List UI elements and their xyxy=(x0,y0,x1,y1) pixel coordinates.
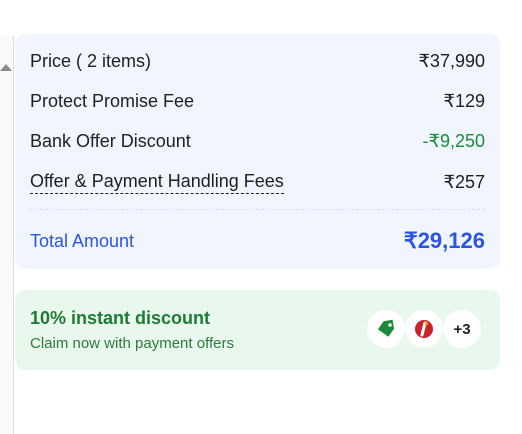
handling-fees-label[interactable]: Offer & Payment Handling Fees xyxy=(30,171,284,194)
price-row: Price ( 2 items) ₹37,990 xyxy=(30,51,485,72)
protect-fee-value: ₹129 xyxy=(443,91,485,111)
total-value: ₹29,126 xyxy=(403,228,485,253)
bank-offer-row: Bank Offer Discount -₹9,250 xyxy=(30,131,485,152)
price-details-card: Price ( 2 items) ₹37,990 Protect Promise… xyxy=(15,34,500,269)
more-offers-count: +3 xyxy=(443,310,481,348)
bank-offer-label: Bank Offer Discount xyxy=(30,131,191,151)
handling-fees-value: ₹257 xyxy=(443,172,485,192)
protect-fee-row: Protect Promise Fee ₹129 xyxy=(30,91,485,112)
offer-title: 10% instant discount xyxy=(30,308,211,328)
instant-discount-banner[interactable]: 10% instant discount Claim now with paym… xyxy=(15,290,500,370)
left-scroll-rail[interactable] xyxy=(0,36,14,434)
bank-offer-value: -₹9,250 xyxy=(422,131,486,151)
total-label: Total Amount xyxy=(30,230,135,251)
offer-subtitle: Claim now with payment offers xyxy=(30,335,234,352)
handling-fees-row: Offer & Payment Handling Fees ₹257 xyxy=(30,171,485,194)
price-value: ₹37,990 xyxy=(418,51,485,71)
divider xyxy=(30,209,485,210)
price-label: Price ( 2 items) xyxy=(30,51,152,71)
total-row: Total Amount ₹29,126 xyxy=(30,228,485,254)
tag-icon xyxy=(367,310,405,348)
protect-fee-label: Protect Promise Fee xyxy=(30,91,195,111)
scroll-up-arrow-icon[interactable] xyxy=(0,64,12,71)
bank-logo-icon xyxy=(405,310,443,348)
